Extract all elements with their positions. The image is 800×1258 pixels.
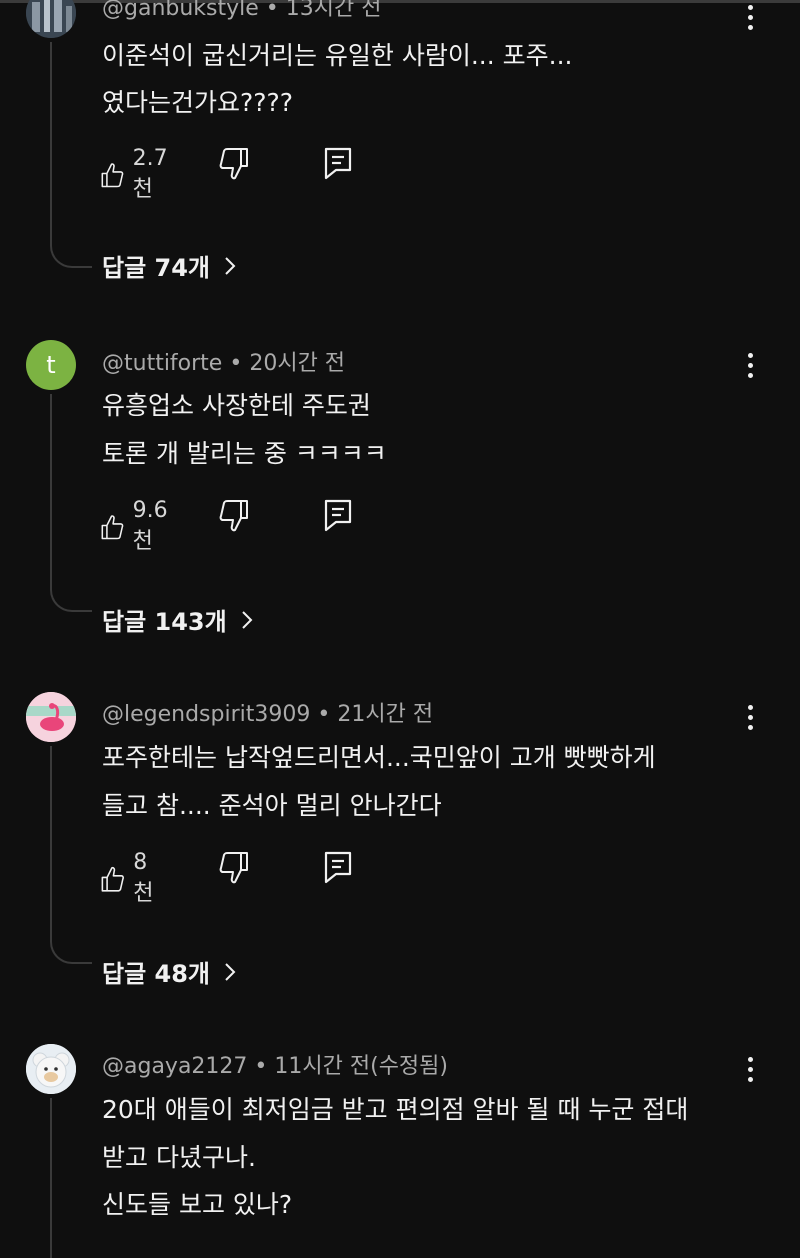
like-count: 9.6천 — [132, 498, 168, 554]
comment-text-line: 포주한테는 납작엎드리면서...국민앞이 고개 빳빳하게 — [102, 743, 656, 772]
comment-time: 21시간 전 — [337, 702, 434, 727]
comment-author[interactable]: @tuttiforte — [102, 351, 222, 376]
more-options-button[interactable] — [738, 700, 762, 734]
reply-button[interactable] — [324, 850, 352, 884]
dislike-button[interactable] — [218, 498, 250, 534]
comment-time: 13시간 전 — [285, 0, 382, 21]
thread-line — [50, 1098, 52, 1258]
comment-text-line: 받고 다녔구나. — [102, 1143, 256, 1172]
comment-meta: @tuttiforte • 20시간 전 — [102, 345, 345, 377]
like-button[interactable]: 8천 — [100, 850, 160, 907]
reply-button[interactable] — [324, 498, 352, 532]
thumbs-down-icon — [219, 500, 248, 532]
thread-curve — [50, 922, 92, 964]
avatar[interactable] — [26, 0, 76, 38]
view-replies-button[interactable]: 답글 74개 — [102, 248, 236, 283]
thumbs-down-icon — [219, 852, 248, 884]
reply-icon — [324, 499, 352, 532]
comment-time: 20시간 전 — [249, 351, 346, 376]
comment-meta: @legendspirit3909 • 21시간 전 — [102, 696, 433, 728]
meta-separator: • — [254, 1054, 268, 1079]
reply-icon — [324, 851, 352, 884]
view-replies-button[interactable]: 답글 143개 — [102, 602, 253, 637]
comment-author[interactable]: @legendspirit3909 — [102, 702, 310, 727]
thread-line — [50, 42, 52, 230]
replies-count: 답글 143개 — [102, 608, 227, 636]
comment-text-line: 유흥업소 사장한테 주도권 — [102, 391, 371, 420]
avatar-image-icon — [26, 0, 76, 38]
replies-count: 답글 48개 — [102, 960, 210, 988]
like-count: 2.7천 — [132, 146, 168, 202]
dislike-button[interactable] — [218, 850, 250, 886]
comment-text-line: 이준석이 굽신거리는 유일한 사람이... 포주... — [102, 41, 573, 70]
comment-text-line: 20대 애들이 최저임금 받고 편의점 알바 될 때 누군 접대 — [102, 1095, 689, 1124]
thumbs-down-icon — [219, 148, 248, 180]
comment-text-line: 토론 개 발리는 중 ㅋㅋㅋㅋ — [102, 439, 387, 468]
avatar[interactable] — [26, 692, 76, 742]
comment-meta: @ganbukstyle • 13시간 전 — [102, 0, 382, 22]
reply-icon — [324, 147, 352, 180]
meta-separator: • — [265, 0, 279, 21]
reply-button[interactable] — [324, 146, 352, 180]
avatar[interactable] — [26, 1044, 76, 1094]
comment-author[interactable]: @agaya2127 — [102, 1054, 247, 1079]
comment-text-line: 신도들 보고 있나? — [102, 1190, 293, 1219]
more-options-button[interactable] — [738, 348, 762, 382]
thread-curve — [50, 570, 92, 612]
thumbs-up-icon — [101, 866, 124, 892]
dislike-button[interactable] — [218, 146, 250, 182]
comment-author[interactable]: @ganbukstyle — [102, 0, 259, 21]
chevron-right-icon — [225, 962, 236, 981]
like-button[interactable]: 2.7천 — [100, 146, 175, 203]
view-replies-button[interactable]: 답글 48개 — [102, 954, 236, 989]
thread-curve — [50, 226, 92, 268]
avatar-letter: t — [46, 351, 56, 379]
thumbs-up-icon — [101, 162, 124, 187]
more-options-button[interactable] — [738, 0, 762, 34]
chevron-right-icon — [225, 256, 236, 275]
comment-meta: @agaya2127 • 11시간 전(수정됨) — [102, 1048, 448, 1080]
chevron-right-icon — [241, 610, 253, 629]
flamingo-avatar-icon — [26, 692, 76, 742]
meta-separator: • — [229, 351, 243, 376]
comment-text-line: 였다는건가요???? — [102, 88, 294, 117]
like-count: 8천 — [133, 850, 154, 906]
replies-count: 답글 74개 — [102, 254, 210, 282]
thread-line — [50, 746, 52, 926]
bear-avatar-icon — [26, 1044, 76, 1094]
like-button[interactable]: 9.6천 — [100, 498, 175, 555]
thread-line — [50, 394, 52, 574]
meta-separator: • — [317, 702, 331, 727]
comment-time: 11시간 전(수정됨) — [274, 1054, 448, 1079]
more-options-button[interactable] — [738, 1052, 762, 1086]
avatar[interactable]: t — [26, 340, 76, 390]
comment-text-line: 들고 참.... 준석아 멀리 안나간다 — [102, 791, 442, 820]
thumbs-up-icon — [101, 514, 124, 539]
